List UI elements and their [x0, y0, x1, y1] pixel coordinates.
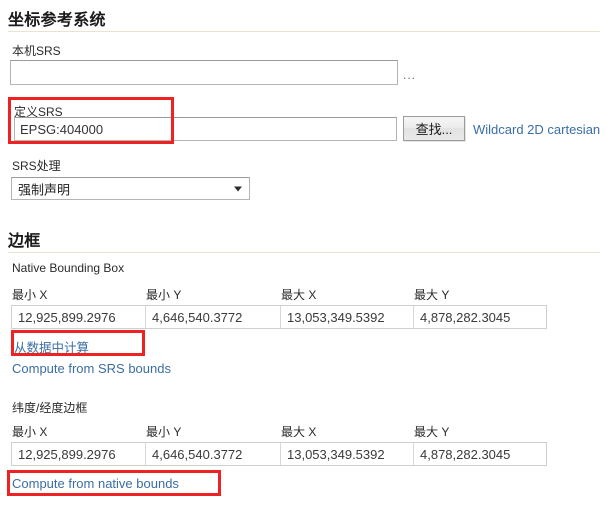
latlon-bbox-col-max-x: 最大 X [281, 425, 317, 439]
latlon-bbox-row[interactable]: 12,925,899.2976 4,646,540.3772 13,053,34… [11, 442, 547, 466]
latlon-bbox-max-x-value[interactable]: 13,053,349.5392 [281, 443, 414, 465]
declared-srs-input[interactable] [14, 117, 397, 141]
compute-from-data-link[interactable]: 从数据中计算 [14, 337, 89, 356]
bbox-section-divider [8, 252, 600, 253]
bbox-section-heading: 边框 [8, 233, 41, 250]
native-bbox-col-min-y: 最小 Y [146, 288, 182, 302]
latlon-bbox-min-y-value[interactable]: 4,646,540.3772 [146, 443, 281, 465]
compute-from-native-bounds-link[interactable]: Compute from native bounds [12, 476, 179, 491]
native-srs-input[interactable] [10, 60, 398, 85]
srs-description-note: Wildcard 2D cartesian [473, 122, 601, 137]
native-bbox-max-x-value[interactable]: 13,053,349.5392 [281, 306, 414, 328]
native-bbox-max-y-value[interactable]: 4,878,282.3045 [414, 306, 546, 328]
latlon-bbox-col-min-y: 最小 Y [146, 425, 182, 439]
native-bbox-label: Native Bounding Box [12, 261, 125, 275]
chevron-down-icon [234, 186, 242, 191]
native-srs-label: 本机SRS [12, 44, 61, 58]
crs-section-heading: 坐标参考系统 [8, 12, 106, 29]
native-bbox-min-x-value[interactable]: 12,925,899.2976 [12, 306, 146, 328]
crs-bounding-box-form: 坐标参考系统 本机SRS ... 定义SRS 查找... Wildcard 2D… [0, 0, 607, 505]
latlon-bbox-label: 纬度/经度边框 [12, 401, 88, 415]
latlon-bbox-max-y-value[interactable]: 4,878,282.3045 [414, 443, 546, 465]
srs-handling-selected-value: 强制声明 [18, 182, 71, 197]
latlon-bbox-col-min-x: 最小 X [12, 425, 48, 439]
srs-handling-label: SRS处理 [12, 159, 61, 173]
native-bbox-col-max-y: 最大 Y [414, 288, 450, 302]
latlon-bbox-min-x-value[interactable]: 12,925,899.2976 [12, 443, 146, 465]
find-srs-button[interactable]: 查找... [403, 116, 465, 141]
compute-from-srs-bounds-link[interactable]: Compute from SRS bounds [12, 361, 171, 376]
native-bbox-col-max-x: 最大 X [281, 288, 317, 302]
latlon-bbox-col-max-y: 最大 Y [414, 425, 450, 439]
native-bbox-col-min-x: 最小 X [12, 288, 48, 302]
crs-section-divider [8, 31, 600, 32]
native-bbox-row[interactable]: 12,925,899.2976 4,646,540.3772 13,053,34… [11, 305, 547, 329]
native-bbox-min-y-value[interactable]: 4,646,540.3772 [146, 306, 281, 328]
native-srs-chooser-icon[interactable]: ... [403, 69, 416, 81]
srs-handling-select[interactable]: 强制声明 [11, 177, 250, 200]
